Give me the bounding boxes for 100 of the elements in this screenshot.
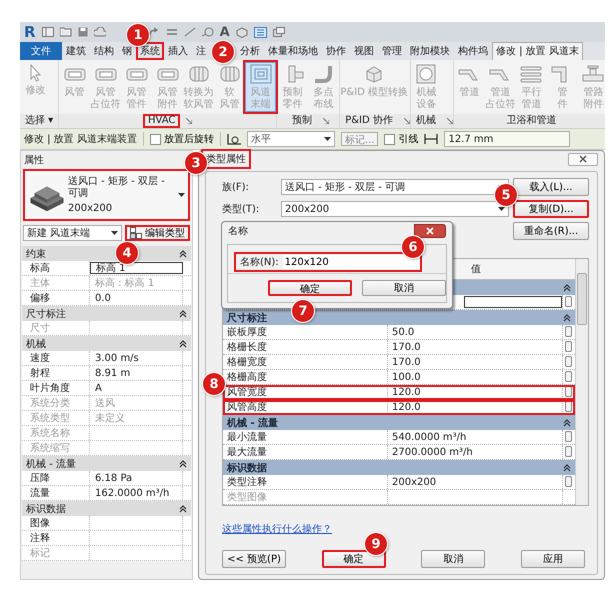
scrollbar[interactable]	[575, 259, 588, 505]
formula-button[interactable]	[565, 371, 572, 382]
dialog-button[interactable]: 取消	[421, 550, 486, 568]
checkbox[interactable]	[384, 134, 396, 144]
parameter-value: 170.0	[388, 355, 563, 369]
formula-button[interactable]	[565, 296, 572, 307]
ribbon-tab[interactable]: 协作	[322, 42, 350, 60]
help-link[interactable]: 这些属性执行什么操作？	[222, 522, 332, 536]
close-button[interactable]	[568, 152, 598, 166]
ribbon-tab[interactable]: 管理	[378, 42, 406, 60]
ribbon-tab[interactable]: 文件	[20, 42, 62, 60]
formula-button[interactable]	[565, 326, 572, 337]
parameter-name: 类型注释	[223, 475, 388, 489]
property-value: 3.00 m/s	[90, 351, 183, 365]
dialog-button[interactable]: 确定	[322, 550, 386, 568]
collapse-icon[interactable]	[179, 310, 187, 318]
property-value: 162.0000 m³/h	[90, 486, 183, 500]
ribbon-tab[interactable]: 构件坞	[454, 42, 492, 60]
collapse-icon[interactable]	[563, 418, 571, 426]
property-name: 系统名称	[22, 426, 90, 440]
cursor-icon	[30, 64, 41, 82]
ribbon-tab[interactable]: 注	[192, 42, 210, 60]
formula-button[interactable]	[565, 431, 572, 442]
context-label: 修改 | 放置 风道末端装置	[24, 132, 137, 146]
property-name: 注释	[22, 531, 90, 545]
property-value: 未定义	[90, 411, 183, 425]
redo-icon[interactable]	[148, 27, 160, 37]
parameter-field[interactable]	[464, 296, 562, 308]
panel-title: 属性	[23, 154, 45, 168]
property-value: A	[90, 381, 183, 395]
property-name: 主体	[22, 276, 90, 290]
rotate-checkbox[interactable]: 放置后旋转	[150, 132, 214, 146]
open-folder-icon[interactable]	[60, 27, 72, 37]
parameter-name: 嵌板厚度	[223, 325, 388, 339]
length-field[interactable]: 12.7 mm	[444, 131, 570, 147]
formula-button[interactable]	[565, 476, 572, 487]
orientation-dropdown[interactable]: 水平	[246, 131, 335, 147]
close-icon	[579, 155, 587, 163]
property-name: 偏移	[22, 291, 90, 305]
property-name: 系统缩写	[22, 441, 90, 455]
cloud-icon[interactable]	[94, 27, 106, 37]
ribbon-tab[interactable]: 体量和场地	[264, 42, 322, 60]
ribbon-tab[interactable]: 插入	[164, 42, 192, 60]
text-tool-icon[interactable]: A	[220, 24, 230, 40]
window-icon[interactable]	[254, 26, 267, 38]
field-label: 名称(N):	[240, 256, 279, 269]
launcher-icon[interactable]	[404, 118, 410, 124]
collapse-icon[interactable]	[179, 504, 187, 512]
formula-button[interactable]	[565, 386, 572, 397]
property-name: 流量	[22, 486, 90, 500]
rename-button[interactable]: 重命名(R)...	[513, 222, 589, 240]
launcher-icon[interactable]	[446, 118, 453, 124]
collapse-icon[interactable]	[179, 250, 187, 258]
collapse-icon[interactable]	[179, 340, 187, 348]
dialog-button[interactable]: << 预览(P)	[222, 550, 286, 568]
parameter-name: 风管高度	[223, 400, 388, 414]
ribbon-tab[interactable]: 分析	[236, 42, 264, 60]
step-badge: 8	[203, 373, 225, 395]
dialog-button[interactable]: 取消	[362, 280, 446, 296]
collapse-icon[interactable]	[563, 284, 571, 292]
launcher-icon[interactable]	[186, 118, 192, 124]
dialog-button[interactable]: 应用	[520, 550, 585, 568]
formula-button[interactable]	[565, 446, 572, 457]
name-field[interactable]: 120x120	[282, 255, 420, 269]
valve-icon	[581, 64, 605, 84]
switch-windows-icon[interactable]	[272, 27, 285, 37]
parameter-name: 最小流量	[223, 430, 388, 444]
formula-button[interactable]	[565, 401, 572, 412]
checkbox[interactable]	[150, 134, 161, 144]
parameter-value: 100.0	[388, 370, 563, 384]
edit-type-button[interactable]: 编辑类型	[125, 225, 190, 241]
instance-dropdown[interactable]: 新建 风道末端	[23, 225, 122, 241]
app-logo[interactable]: R	[24, 23, 36, 41]
collapse-icon[interactable]	[563, 314, 571, 322]
collapse-icon[interactable]	[179, 460, 187, 468]
save-icon[interactable]	[78, 27, 88, 37]
type-selector[interactable]: 送风口 - 矩形 - 双层 - 可调 200x200	[23, 169, 190, 221]
property-name: 射程	[22, 366, 90, 380]
load-button[interactable]: 载入(L)...	[513, 178, 589, 196]
ribbon-tab[interactable]: 建筑	[62, 42, 90, 60]
leader-checkbox[interactable]: 引线	[384, 132, 418, 146]
collapse-icon[interactable]	[563, 464, 571, 472]
ribbon-tab[interactable]: 修改 | 放置 风道末	[492, 42, 583, 60]
close-button[interactable]	[414, 224, 446, 238]
field-label: 类型(T):	[222, 202, 260, 216]
dialog-button[interactable]: 确定	[268, 280, 352, 296]
formula-button[interactable]	[565, 356, 572, 367]
formula-button[interactable]	[565, 341, 572, 352]
ribbon-tab[interactable]: 结构	[90, 42, 118, 60]
duplicate-button[interactable]: 复制(D)...	[513, 200, 589, 218]
dialog-title: 名称	[228, 225, 248, 238]
type-size: 200x200	[68, 202, 114, 214]
type-dropdown[interactable]: 200x200	[281, 201, 509, 217]
book-icon[interactable]	[42, 27, 54, 37]
column-header: 值	[471, 263, 481, 276]
ribbon-tab[interactable]: 视图	[350, 42, 378, 60]
panel-label: 机械	[414, 114, 437, 128]
checkbox-label: 放置后旋转	[164, 132, 214, 146]
launcher-icon[interactable]	[323, 118, 330, 124]
ribbon-tab[interactable]: 附加模块	[406, 42, 454, 60]
